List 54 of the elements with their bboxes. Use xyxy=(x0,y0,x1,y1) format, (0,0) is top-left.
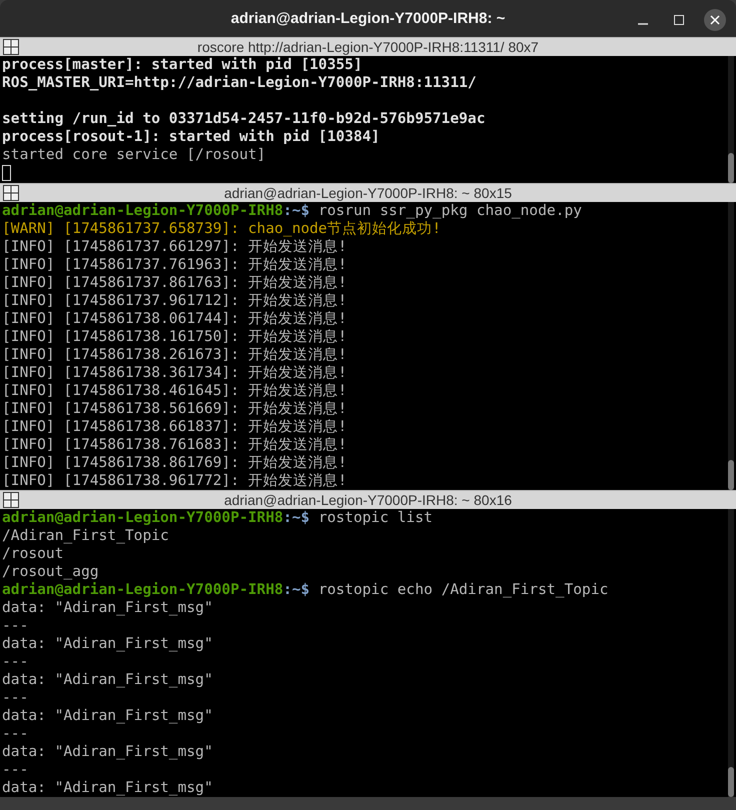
terminal-line: [INFO] [1745861737.861763]: 开始发送消息! xyxy=(2,274,347,291)
terminal-line: process[rosout-1]: started with pid [10384] xyxy=(2,128,380,145)
terminal-line: [INFO] [1745861738.661837]: 开始发送消息! xyxy=(2,418,347,435)
terminal-line: /Adiran_First_Topic xyxy=(2,527,169,544)
pane-title: roscore http://adrian-Legion-Y7000P-IRH8:11311/ 80x7 xyxy=(197,39,539,55)
terminal-line: ROS_MASTER_URI=http://adrian-Legion-Y7000P-IRH8:11311/ xyxy=(2,74,476,91)
terminal-line: --- xyxy=(2,653,28,670)
terminal-line: --- xyxy=(2,689,28,706)
terminal-line: [INFO] [1745861737.661297]: 开始发送消息! xyxy=(2,238,347,255)
terminal-line: [INFO] [1745861738.861769]: 开始发送消息! xyxy=(2,454,347,471)
terminal-line: [INFO] [1745861738.461645]: 开始发送消息! xyxy=(2,382,347,399)
terminal-line: data: "Adiran_First_msg" xyxy=(2,599,213,616)
terminal-line: [INFO] [1745861738.761683]: 开始发送消息! xyxy=(2,436,347,453)
terminal-pane[interactable] xyxy=(0,509,736,797)
terminal-line: [INFO] [1745861738.361734]: 开始发送消息! xyxy=(2,364,347,381)
terminal-pane[interactable] xyxy=(0,202,736,490)
grid-icon[interactable] xyxy=(3,39,19,55)
terminal-line: setting /run_id to 03371d54-2457-11f0-b92d-576b9571e9ac xyxy=(2,110,486,127)
terminal-line: adrian@adrian-Legion-Y7000P-IRH8:~$ rostopic echo /Adiran_First_Topic xyxy=(2,581,608,598)
terminal-line: [INFO] [1745861738.261673]: 开始发送消息! xyxy=(2,346,347,363)
maximize-icon xyxy=(674,15,684,25)
scrollbar[interactable] xyxy=(728,509,734,797)
terminal-line: [INFO] [1745861737.761963]: 开始发送消息! xyxy=(2,256,347,273)
terminal-line: started core service [/rosout] xyxy=(2,146,266,163)
terminal-line: data: "Adiran_First_msg" xyxy=(2,779,213,796)
terminal-line: /rosout xyxy=(2,545,64,562)
terminal-line: [INFO] [1745861738.961772]: 开始发送消息! xyxy=(2,472,347,489)
scrollbar[interactable] xyxy=(728,202,734,490)
pane-title: adrian@adrian-Legion-Y7000P-IRH8: ~ 80x15 xyxy=(224,185,512,201)
terminal-line: /rosout_agg xyxy=(2,563,99,580)
terminal-line: data: "Adiran_First_msg" xyxy=(2,635,213,652)
terminal-line: [INFO] [1745861737.961712]: 开始发送消息! xyxy=(2,292,347,309)
terminal-line: data: "Adiran_First_msg" xyxy=(2,743,213,760)
terminal-line: adrian@adrian-Legion-Y7000P-IRH8:~$ rostopic list xyxy=(2,509,433,526)
terminal-line: [INFO] [1745861738.061744]: 开始发送消息! xyxy=(2,310,347,327)
close-button[interactable] xyxy=(704,9,726,31)
terminal-line: adrian@adrian-Legion-Y7000P-IRH8:~$ rosrun ssr_py_pkg chao_node.py xyxy=(2,202,582,219)
terminal-line: [INFO] [1745861738.161750]: 开始发送消息! xyxy=(2,328,347,345)
window-title: adrian@adrian-Legion-Y7000P-IRH8: ~ xyxy=(230,10,506,27)
terminal-line: data: "Adiran_First_msg" xyxy=(2,671,213,688)
terminal-pane[interactable] xyxy=(0,56,736,183)
terminal-line: --- xyxy=(2,617,28,634)
pane-title: adrian@adrian-Legion-Y7000P-IRH8: ~ 80x16 xyxy=(224,492,512,508)
close-icon xyxy=(710,15,720,25)
terminal-line: --- xyxy=(2,725,28,742)
scrollbar[interactable] xyxy=(728,56,734,183)
terminal-line: process[master]: started with pid [10355] xyxy=(2,56,362,73)
grid-icon[interactable] xyxy=(3,492,19,508)
terminal-line: [INFO] [1745861738.561669]: 开始发送消息! xyxy=(2,400,347,417)
terminal-line: [WARN] [1745861737.658739]: chao_node节点初始化成功! xyxy=(2,220,441,237)
grid-icon[interactable] xyxy=(3,185,19,201)
terminal-line: --- xyxy=(2,761,28,778)
terminal-line: data: "Adiran_First_msg" xyxy=(2,707,213,724)
minimize-icon xyxy=(638,23,648,25)
